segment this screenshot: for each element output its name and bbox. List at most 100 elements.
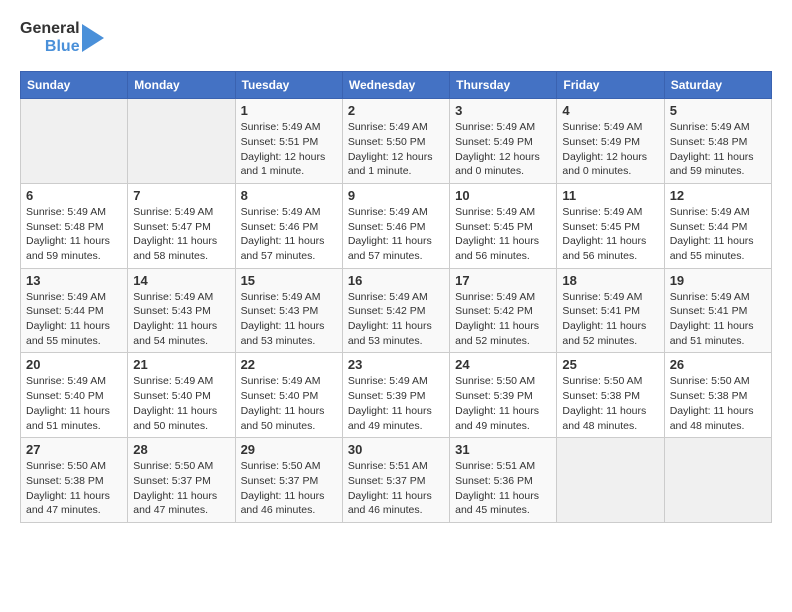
day-info: Sunrise: 5:49 AM Sunset: 5:43 PM Dayligh… [133, 290, 229, 349]
calendar-cell: 27Sunrise: 5:50 AM Sunset: 5:38 PM Dayli… [21, 438, 128, 523]
page-header: General Blue [20, 20, 772, 55]
day-info: Sunrise: 5:51 AM Sunset: 5:37 PM Dayligh… [348, 459, 444, 518]
calendar-cell: 18 Sunrise: 5:49 AM Sunset: 5:41 PM Dayli… [557, 268, 664, 353]
column-header-saturday: Saturday [664, 72, 771, 99]
day-number: 9 [348, 188, 444, 203]
day-info: Sunrise: 5:50 AM Sunset: 5:38 PM Dayligh… [562, 374, 658, 433]
calendar-cell: 1 Sunrise: 5:49 AM Sunset: 5:51 PM Daylig… [235, 99, 342, 184]
day-number: 10 [455, 188, 551, 203]
calendar-week-1: 1 Sunrise: 5:49 AM Sunset: 5:51 PM Daylig… [21, 99, 772, 184]
calendar-week-4: 20 Sunrise: 5:49 AM Sunset: 5:40 PM Dayli… [21, 353, 772, 438]
calendar-cell: 4 Sunrise: 5:49 AM Sunset: 5:49 PM Daylig… [557, 99, 664, 184]
calendar-cell: 19 Sunrise: 5:49 AM Sunset: 5:41 PM Dayli… [664, 268, 771, 353]
day-number: 13 [26, 273, 122, 288]
day-number: 19 [670, 273, 766, 288]
logo: General Blue [20, 20, 104, 55]
day-info: Sunrise: 5:50 AM Sunset: 5:39 PM Dayligh… [455, 374, 551, 433]
day-info: Sunrise: 5:49 AM Sunset: 5:44 PM Dayligh… [670, 205, 766, 264]
calendar-cell: 8Sunrise: 5:49 AM Sunset: 5:46 PM Daylig… [235, 183, 342, 268]
day-number: 31 [455, 442, 551, 457]
calendar-cell: 29 Sunrise: 5:50 AM Sunset: 5:37 PM Dayli… [235, 438, 342, 523]
day-info: Sunrise: 5:49 AM Sunset: 5:49 PM Dayligh… [455, 120, 551, 179]
day-info: Sunrise: 5:49 AM Sunset: 5:43 PM Dayligh… [241, 290, 337, 349]
calendar-table: SundayMondayTuesdayWednesdayThursdayFrid… [20, 71, 772, 523]
calendar-cell: 2 Sunrise: 5:49 AM Sunset: 5:50 PM Daylig… [342, 99, 449, 184]
day-info: Sunrise: 5:50 AM Sunset: 5:37 PM Dayligh… [133, 459, 229, 518]
logo-text-blue: Blue [45, 38, 80, 56]
calendar-cell [128, 99, 235, 184]
day-number: 20 [26, 357, 122, 372]
calendar-cell: 15 Sunrise: 5:49 AM Sunset: 5:43 PM Dayli… [235, 268, 342, 353]
day-number: 4 [562, 103, 658, 118]
calendar-cell: 31 Sunrise: 5:51 AM Sunset: 5:36 PM Dayli… [450, 438, 557, 523]
column-header-sunday: Sunday [21, 72, 128, 99]
day-number: 14 [133, 273, 229, 288]
day-number: 23 [348, 357, 444, 372]
day-number: 8 [241, 188, 337, 203]
day-info: Sunrise: 5:49 AM Sunset: 5:40 PM Dayligh… [133, 374, 229, 433]
day-info: Sunrise: 5:49 AM Sunset: 5:51 PM Dayligh… [241, 120, 337, 179]
calendar-cell: 9Sunrise: 5:49 AM Sunset: 5:46 PM Daylig… [342, 183, 449, 268]
day-info: Sunrise: 5:49 AM Sunset: 5:48 PM Dayligh… [670, 120, 766, 179]
day-number: 29 [241, 442, 337, 457]
day-info: Sunrise: 5:49 AM Sunset: 5:44 PM Dayligh… [26, 290, 122, 349]
calendar-cell: 10Sunrise: 5:49 AM Sunset: 5:45 PM Dayli… [450, 183, 557, 268]
calendar-week-3: 13 Sunrise: 5:49 AM Sunset: 5:44 PM Dayli… [21, 268, 772, 353]
calendar-cell: 22Sunrise: 5:49 AM Sunset: 5:40 PM Dayli… [235, 353, 342, 438]
day-info: Sunrise: 5:50 AM Sunset: 5:38 PM Dayligh… [670, 374, 766, 433]
day-number: 25 [562, 357, 658, 372]
day-info: Sunrise: 5:49 AM Sunset: 5:39 PM Dayligh… [348, 374, 444, 433]
column-header-thursday: Thursday [450, 72, 557, 99]
calendar-cell [664, 438, 771, 523]
column-header-wednesday: Wednesday [342, 72, 449, 99]
day-number: 17 [455, 273, 551, 288]
day-number: 30 [348, 442, 444, 457]
day-info: Sunrise: 5:49 AM Sunset: 5:50 PM Dayligh… [348, 120, 444, 179]
day-info: Sunrise: 5:49 AM Sunset: 5:45 PM Dayligh… [562, 205, 658, 264]
day-info: Sunrise: 5:49 AM Sunset: 5:48 PM Dayligh… [26, 205, 122, 264]
day-number: 24 [455, 357, 551, 372]
day-info: Sunrise: 5:50 AM Sunset: 5:37 PM Dayligh… [241, 459, 337, 518]
calendar-cell: 12 Sunrise: 5:49 AM Sunset: 5:44 PM Dayli… [664, 183, 771, 268]
day-number: 6 [26, 188, 122, 203]
calendar-cell: 13 Sunrise: 5:49 AM Sunset: 5:44 PM Dayli… [21, 268, 128, 353]
calendar-cell [21, 99, 128, 184]
logo-chevron-icon [82, 24, 104, 52]
day-number: 26 [670, 357, 766, 372]
day-number: 27 [26, 442, 122, 457]
day-number: 28 [133, 442, 229, 457]
calendar-week-5: 27Sunrise: 5:50 AM Sunset: 5:38 PM Dayli… [21, 438, 772, 523]
day-number: 2 [348, 103, 444, 118]
calendar-cell: 20 Sunrise: 5:49 AM Sunset: 5:40 PM Dayli… [21, 353, 128, 438]
day-number: 5 [670, 103, 766, 118]
column-header-monday: Monday [128, 72, 235, 99]
day-number: 12 [670, 188, 766, 203]
calendar-cell: 14 Sunrise: 5:49 AM Sunset: 5:43 PM Dayli… [128, 268, 235, 353]
calendar-cell: 17Sunrise: 5:49 AM Sunset: 5:42 PM Dayli… [450, 268, 557, 353]
calendar-cell: 5 Sunrise: 5:49 AM Sunset: 5:48 PM Daylig… [664, 99, 771, 184]
calendar-cell: 7 Sunrise: 5:49 AM Sunset: 5:47 PM Daylig… [128, 183, 235, 268]
day-number: 7 [133, 188, 229, 203]
calendar-cell: 6 Sunrise: 5:49 AM Sunset: 5:48 PM Daylig… [21, 183, 128, 268]
day-number: 11 [562, 188, 658, 203]
day-info: Sunrise: 5:49 AM Sunset: 5:41 PM Dayligh… [562, 290, 658, 349]
day-number: 18 [562, 273, 658, 288]
day-info: Sunrise: 5:49 AM Sunset: 5:41 PM Dayligh… [670, 290, 766, 349]
day-number: 16 [348, 273, 444, 288]
calendar-cell [557, 438, 664, 523]
column-header-tuesday: Tuesday [235, 72, 342, 99]
day-info: Sunrise: 5:49 AM Sunset: 5:40 PM Dayligh… [26, 374, 122, 433]
day-number: 15 [241, 273, 337, 288]
calendar-cell: 25 Sunrise: 5:50 AM Sunset: 5:38 PM Dayli… [557, 353, 664, 438]
day-number: 1 [241, 103, 337, 118]
calendar-cell: 23 Sunrise: 5:49 AM Sunset: 5:39 PM Dayli… [342, 353, 449, 438]
calendar-cell: 30 Sunrise: 5:51 AM Sunset: 5:37 PM Dayli… [342, 438, 449, 523]
day-info: Sunrise: 5:49 AM Sunset: 5:47 PM Dayligh… [133, 205, 229, 264]
calendar-cell: 21Sunrise: 5:49 AM Sunset: 5:40 PM Dayli… [128, 353, 235, 438]
calendar-cell: 11 Sunrise: 5:49 AM Sunset: 5:45 PM Dayli… [557, 183, 664, 268]
logo-text-general: General [20, 20, 80, 38]
day-info: Sunrise: 5:49 AM Sunset: 5:49 PM Dayligh… [562, 120, 658, 179]
day-info: Sunrise: 5:51 AM Sunset: 5:36 PM Dayligh… [455, 459, 551, 518]
calendar-cell: 3Sunrise: 5:49 AM Sunset: 5:49 PM Daylig… [450, 99, 557, 184]
logo-container: General Blue [20, 20, 104, 55]
